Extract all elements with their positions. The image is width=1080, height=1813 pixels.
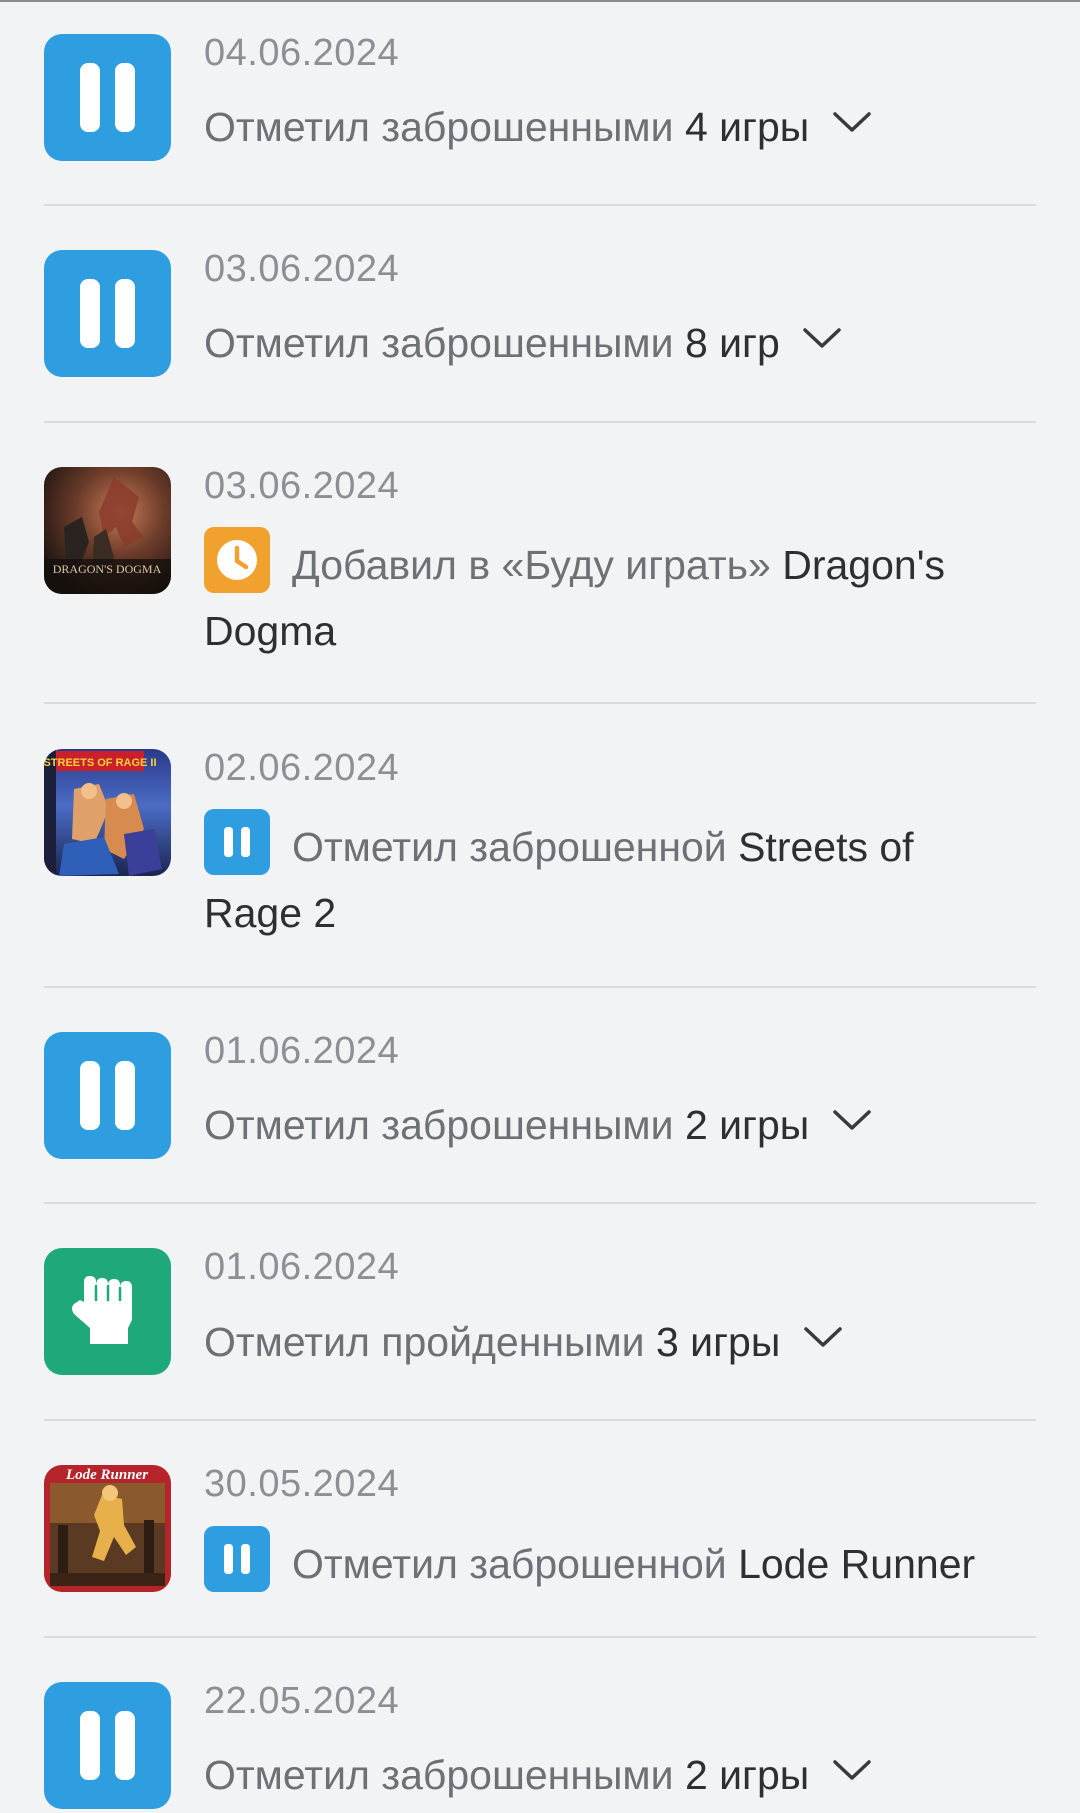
top-edge-line: [0, 0, 1080, 2]
item-object-continued[interactable]: Dogma: [204, 608, 336, 654]
pause-icon: [44, 250, 171, 377]
item-action: Отметил пройденными: [204, 1319, 645, 1365]
item-action: Отметил заброшенными: [204, 320, 674, 366]
item-action: Отметил заброшенными: [204, 1102, 674, 1148]
game-cover-streets-of-rage-2[interactable]: STREETS OF RAGE II: [44, 749, 171, 876]
divider: [44, 986, 1036, 988]
divider: [44, 1636, 1036, 1638]
pause-icon: [44, 1032, 171, 1159]
item-text: Отметил заброшенной Lode Runner: [204, 1526, 1020, 1597]
chevron-down-icon[interactable]: [803, 327, 841, 349]
divider: [44, 1419, 1036, 1421]
item-text: Отметил заброшенными 4 игры: [204, 94, 1020, 160]
chevron-down-icon[interactable]: [832, 1759, 871, 1781]
cover-title: DRAGON'S DOGMA: [53, 562, 162, 576]
item-date: 03.06.2024: [204, 248, 400, 290]
item-object[interactable]: Streets of: [738, 824, 913, 870]
cover-title: STREETS OF RAGE II: [44, 757, 157, 769]
divider: [44, 1202, 1036, 1204]
pause-icon: [44, 1682, 171, 1809]
item-date: 01.06.2024: [204, 1030, 400, 1072]
chevron-down-icon[interactable]: [832, 111, 871, 133]
chevron-down-icon[interactable]: [832, 1109, 871, 1131]
item-object-continued[interactable]: Rage 2: [204, 890, 336, 936]
item-text: Отметил заброшенными 8 игр: [204, 310, 1020, 376]
item-text: Отметил заброшенными 2 игры: [204, 1742, 1020, 1808]
item-object: 3 игры: [655, 1319, 781, 1365]
item-object: 8 игр: [684, 320, 780, 366]
divider: [44, 702, 1036, 704]
item-action: Отметил заброшенными: [204, 1752, 674, 1798]
item-date: 04.06.2024: [204, 32, 400, 74]
pause-icon: [204, 1526, 270, 1592]
item-object[interactable]: Dragon's: [782, 542, 945, 588]
divider: [44, 421, 1036, 423]
item-object[interactable]: Lode Runner: [738, 1541, 975, 1587]
item-date: 30.05.2024: [204, 1463, 400, 1505]
item-text: Отметил пройденными 3 игры: [204, 1309, 1020, 1375]
item-object: 4 игры: [684, 104, 810, 150]
chevron-down-icon[interactable]: [803, 1326, 842, 1348]
item-object: 2 игры: [684, 1102, 810, 1148]
clock-icon: [204, 527, 270, 593]
fist-icon: [44, 1248, 171, 1375]
item-date: 03.06.2024: [204, 465, 400, 507]
item-date: 01.06.2024: [204, 1246, 400, 1288]
item-text: Отметил заброшенной Streets of Rage 2: [204, 809, 1020, 946]
pause-icon: [204, 809, 270, 875]
item-action: Отметил заброшенной: [292, 1541, 727, 1587]
pause-icon: [44, 34, 171, 161]
item-date: 22.05.2024: [204, 1680, 400, 1722]
item-action: Отметил заброшенными: [204, 104, 674, 150]
game-cover-dragons-dogma[interactable]: DRAGON'S DOGMA: [44, 467, 171, 594]
game-cover-lode-runner[interactable]: Lode Runner: [44, 1465, 171, 1592]
item-date: 02.06.2024: [204, 747, 400, 789]
item-action: Добавил в «Буду играть»: [292, 542, 771, 588]
item-text: Добавил в «Буду играть» Dragon's Dogma: [204, 527, 1020, 664]
item-action: Отметил заброшенной: [292, 824, 727, 870]
item-object: 2 игры: [684, 1752, 810, 1798]
divider: [44, 204, 1036, 206]
item-text: Отметил заброшенными 2 игры: [204, 1092, 1020, 1158]
cover-title: Lode Runner: [65, 1467, 148, 1483]
